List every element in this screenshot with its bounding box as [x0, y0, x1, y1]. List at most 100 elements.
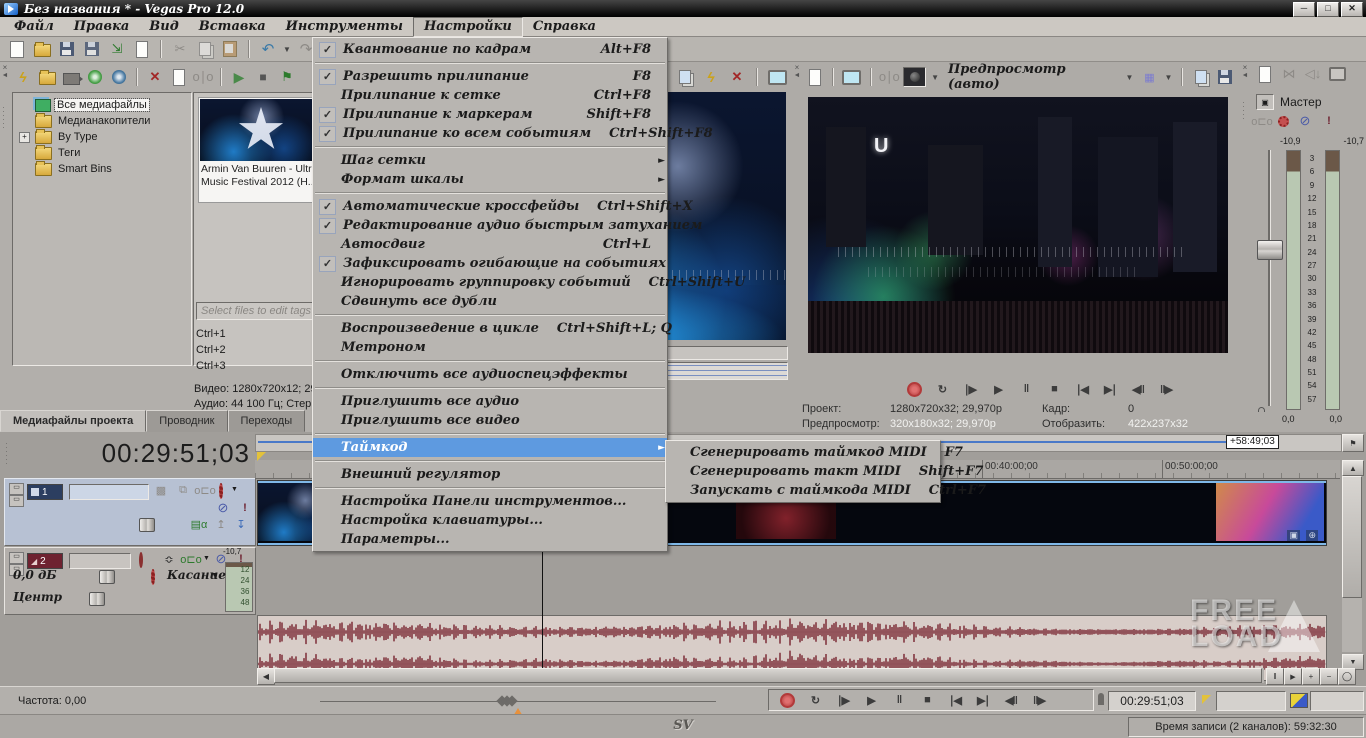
menu-item[interactable]: Настройка Панели инструментов... — [313, 492, 667, 511]
expand-icon[interactable]: + — [19, 132, 30, 143]
dock-grip[interactable]: ······ — [0, 88, 8, 148]
media-properties-icon[interactable] — [168, 67, 190, 87]
menu-item[interactable]: ✓ Квантование по кадрам Alt+F8 — [313, 40, 667, 59]
undo-dropdown-arrow-icon[interactable]: ▼ — [282, 39, 292, 59]
vertical-scrollbar[interactable] — [1342, 476, 1362, 652]
menubar-item[interactable]: Вставка — [189, 18, 276, 36]
menu-item[interactable]: Игнорировать группировку событий Ctrl+Sh… — [313, 273, 667, 292]
menu-item[interactable]: Сдвинуть все дубли — [313, 292, 667, 311]
extract-audio-icon[interactable] — [84, 67, 106, 87]
menu-item[interactable]: Настройка клавиатуры... — [313, 511, 667, 530]
menu-item[interactable]: ✓ Редактирование аудио быстрым затухание… — [313, 216, 667, 235]
menu-item[interactable]: Внешний регулятор — [313, 465, 667, 484]
grid-overlay-icon[interactable]: ▦ — [1138, 67, 1159, 87]
mixer-settings-icon[interactable] — [1326, 64, 1348, 84]
split-screen-icon[interactable]: o∣o — [879, 67, 900, 87]
previous-frame[interactable]: ◀‖ — [999, 691, 1023, 709]
horizontal-scrollbar[interactable] — [274, 668, 1264, 683]
preview-mode-label[interactable]: Предпросмотр (авто) — [944, 62, 1121, 92]
dock-collapse-icon[interactable]: ◄ — [1240, 72, 1250, 80]
menu-item[interactable]: Таймкод ► — [313, 438, 667, 457]
video-track-number[interactable]: 1 — [27, 484, 63, 500]
render-as-icon[interactable] — [81, 39, 103, 59]
pause[interactable]: ‖ — [887, 691, 911, 709]
automation-dropdown-arrow-icon[interactable]: ▼ — [211, 572, 218, 579]
scroll-left-button[interactable]: ◀ — [257, 668, 275, 685]
dock-close-icon[interactable]: × — [792, 64, 802, 72]
menu-item[interactable]: Приглушить все видео — [313, 411, 667, 430]
next-frame[interactable]: ‖▶ — [1027, 691, 1051, 709]
go-to-start[interactable]: ∣◀ — [943, 691, 967, 709]
record[interactable] — [775, 691, 799, 709]
master-bus-icon[interactable]: ▣ — [1256, 94, 1274, 110]
play[interactable]: ▶ — [859, 691, 883, 709]
menu-item[interactable]: Параметры... — [313, 530, 667, 549]
menubar-item[interactable]: Вид — [139, 18, 188, 36]
stop[interactable]: ■ — [1042, 380, 1066, 398]
go-to-end[interactable]: ▶∣ — [971, 691, 995, 709]
maximize-button[interactable]: □ — [1317, 2, 1339, 17]
submenu-item[interactable]: Сгенерировать таймкод MIDI F7 — [666, 443, 940, 462]
automation-gear-icon[interactable] — [219, 485, 223, 497]
rate-scrub-handle[interactable] — [498, 696, 516, 708]
save-project-icon[interactable] — [56, 39, 78, 59]
remove-media-icon[interactable]: ✕ — [144, 67, 166, 87]
external-monitor-icon[interactable] — [841, 67, 862, 87]
record-arm-icon[interactable] — [139, 554, 143, 566]
import-media-icon[interactable]: ⇲ — [106, 39, 128, 59]
zoom-in-button[interactable]: + — [1302, 668, 1320, 685]
make-composited-child-icon[interactable]: ↧ — [233, 517, 249, 531]
close-button[interactable]: ✕ — [1341, 2, 1363, 17]
menu-item[interactable]: ✓ Автоматические кроссфейды Ctrl+Shift+X — [313, 197, 667, 216]
copy-snapshot-icon[interactable] — [1190, 67, 1211, 87]
menu-item[interactable]: ✓ Зафиксировать огибающие на событиях — [313, 254, 667, 273]
mute-icon[interactable]: ⊘ — [1297, 114, 1313, 128]
menu-item[interactable]: Автосдвиг Ctrl+L — [313, 235, 667, 254]
menu-item[interactable]: ✓ Прилипание к маркерам Shift+F8 — [313, 105, 667, 124]
track-composite-icon[interactable]: ⧉ — [175, 483, 191, 497]
menu-item[interactable]: Метроном — [313, 338, 667, 357]
media-stop-icon[interactable]: ■ — [252, 67, 274, 87]
start-preview-icon[interactable]: ⚑ — [276, 67, 298, 87]
tree-item[interactable]: Smart Bins — [13, 161, 191, 177]
go-to-start[interactable]: ∣◀ — [1070, 380, 1094, 398]
event-pan-crop-icon[interactable]: ▣ — [1287, 530, 1300, 541]
mute-icon[interactable]: ⊘ — [215, 501, 231, 515]
menu-item[interactable]: ✓ Разрешить прилипание F8 — [313, 67, 667, 86]
plugin-chain-icon[interactable]: o⊏o — [1254, 114, 1270, 128]
alpha-film-icon[interactable]: ▤α — [191, 517, 207, 531]
mixer-properties-icon[interactable] — [1254, 64, 1276, 84]
pause[interactable]: ‖ — [1014, 380, 1038, 398]
trimmer-delete-icon[interactable]: ✕ — [726, 67, 748, 87]
tree-item[interactable]: Теги — [13, 145, 191, 161]
dock-tab[interactable]: Проводник — [146, 410, 227, 432]
dock-close-icon[interactable]: × — [0, 64, 10, 72]
stop[interactable]: ■ — [915, 691, 939, 709]
capture-video-icon[interactable] — [60, 67, 82, 87]
minimize-track-icon[interactable]: ▭ — [9, 552, 24, 564]
undo-icon[interactable]: ↶ — [257, 39, 279, 59]
properties-icon[interactable] — [131, 39, 153, 59]
minimize-button[interactable]: ─ — [1293, 2, 1315, 17]
dock-collapse-icon[interactable]: ◄ — [792, 72, 802, 80]
loop-region-label[interactable]: +58:49;03 — [1226, 435, 1279, 449]
record[interactable] — [902, 380, 926, 398]
tree-item[interactable]: Все медиафайлы — [13, 97, 191, 113]
play-from-start[interactable]: ∣▶ — [831, 691, 855, 709]
menubar-item[interactable]: Справка — [523, 18, 606, 36]
go-to-end[interactable]: ▶∣ — [1098, 380, 1122, 398]
make-composited-parent-icon[interactable]: ↥ — [213, 517, 229, 531]
track-fx-icon[interactable]: o⊏o — [183, 552, 199, 566]
track-fx-icon[interactable]: o⊏o — [197, 483, 213, 497]
audio-track-name-field[interactable] — [69, 553, 131, 569]
solo-icon[interactable]: ! — [237, 501, 253, 515]
submenu-item[interactable]: Запускать с таймкода MIDI Ctrl+F7 — [666, 481, 940, 500]
preview-quality-swatch[interactable] — [903, 67, 926, 87]
menubar-item[interactable]: Правка — [64, 18, 140, 36]
menu-item[interactable]: ✓ Прилипание ко всем событиям Ctrl+Shift… — [313, 124, 667, 143]
menu-item[interactable]: Прилипание к сетке Ctrl+F8 — [313, 86, 667, 105]
loop-playback[interactable]: ↻ — [803, 691, 827, 709]
event-split-icon[interactable]: o∣o — [192, 67, 214, 87]
save-snapshot-icon[interactable] — [1215, 67, 1236, 87]
dock-tab[interactable]: Переходы — [228, 410, 306, 432]
